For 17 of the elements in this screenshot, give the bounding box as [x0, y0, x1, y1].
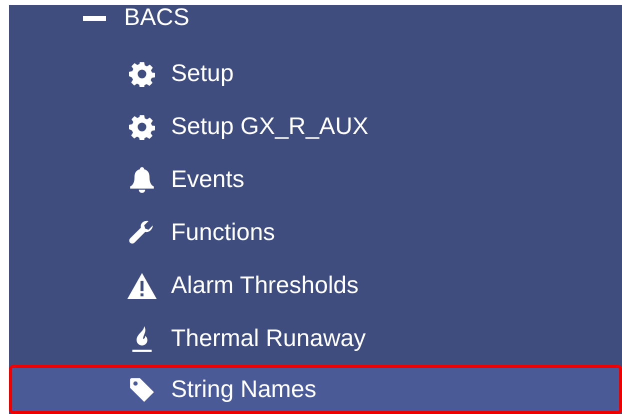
sidebar-item[interactable]: Setup [9, 47, 622, 100]
sidebar-item[interactable]: Thermal Runaway [9, 312, 622, 365]
wrench-icon [129, 220, 155, 246]
sidebar-item[interactable]: Functions [9, 206, 622, 259]
sidebar-item[interactable]: Setup GX_R_AUX [9, 100, 622, 153]
tag-icon [129, 376, 155, 402]
bell-icon [129, 166, 155, 194]
gear-icon [129, 114, 155, 140]
group-label: BACS [124, 5, 190, 31]
collapse-icon[interactable] [83, 16, 106, 21]
warning-icon [127, 272, 157, 298]
tree-group[interactable]: BACS [9, 5, 622, 47]
gear-icon [129, 60, 155, 86]
sidebar-item[interactable]: String Names [9, 365, 622, 414]
flame-icon [130, 324, 154, 352]
sidebar-item[interactable]: Events [9, 153, 622, 206]
sidebar-item[interactable]: Alarm Thresholds [9, 259, 622, 312]
